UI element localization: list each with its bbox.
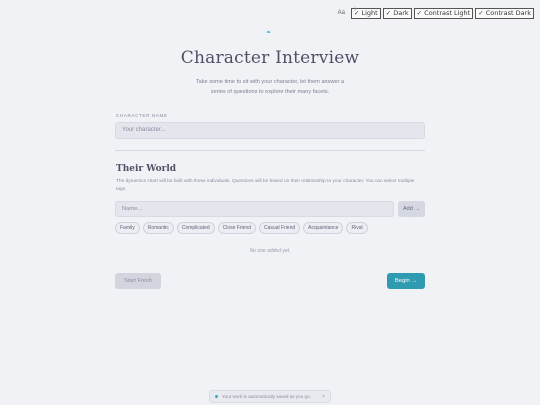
theme-toolbar: Aa ☽ ✓ Light ✓ Dark ✓ Contrast Light ✓ C… xyxy=(338,7,534,19)
start-fresh-button[interactable]: Start Fresh xyxy=(115,273,161,289)
tag-complicated[interactable]: Complicated xyxy=(176,222,215,234)
add-relation-button[interactable]: Add → xyxy=(398,201,425,217)
relation-name-input[interactable]: Name... xyxy=(115,201,394,217)
theme-contrast-dark-button[interactable]: ✓ Contrast Dark xyxy=(475,8,534,19)
tag-rival[interactable]: Rival xyxy=(346,222,368,234)
close-icon[interactable]: × xyxy=(322,394,325,400)
font-size-toggle[interactable]: Aa xyxy=(338,10,345,16)
tag-casual-friend[interactable]: Casual Friend xyxy=(259,222,301,234)
toast-message: Your work is automatically saved as you … xyxy=(222,394,311,399)
begin-button[interactable]: Begin → xyxy=(387,273,425,289)
their-world-description: The dynamics chart will be built with th… xyxy=(116,179,415,192)
page-subtitle: Take some time to sit with your characte… xyxy=(195,79,345,95)
tag-family[interactable]: Family xyxy=(115,222,140,234)
logo-icon: ❧ xyxy=(266,30,272,36)
status-dot-icon xyxy=(215,395,218,398)
their-world-heading: Their World xyxy=(116,164,177,174)
tag-acquaintance[interactable]: Acquaintance xyxy=(303,222,344,234)
character-name-label: CHARACTER NAME xyxy=(116,113,168,118)
autosave-toast: Your work is automatically saved as you … xyxy=(209,390,331,403)
theme-dark-button[interactable]: ✓ Dark xyxy=(382,8,412,19)
empty-relations-note: No one added yet. xyxy=(249,248,291,254)
section-divider xyxy=(115,150,425,151)
relation-tags: Family Romantic Complicated Close Friend… xyxy=(115,222,368,234)
tag-romantic[interactable]: Romantic xyxy=(142,222,174,234)
page-title: Character Interview xyxy=(180,48,360,68)
tag-close-friend[interactable]: Close Friend xyxy=(217,222,257,234)
moon-icon: ☽ xyxy=(351,7,358,13)
theme-contrast-light-button[interactable]: ✓ Contrast Light xyxy=(413,8,474,19)
character-name-input[interactable]: Your character... xyxy=(115,122,425,139)
